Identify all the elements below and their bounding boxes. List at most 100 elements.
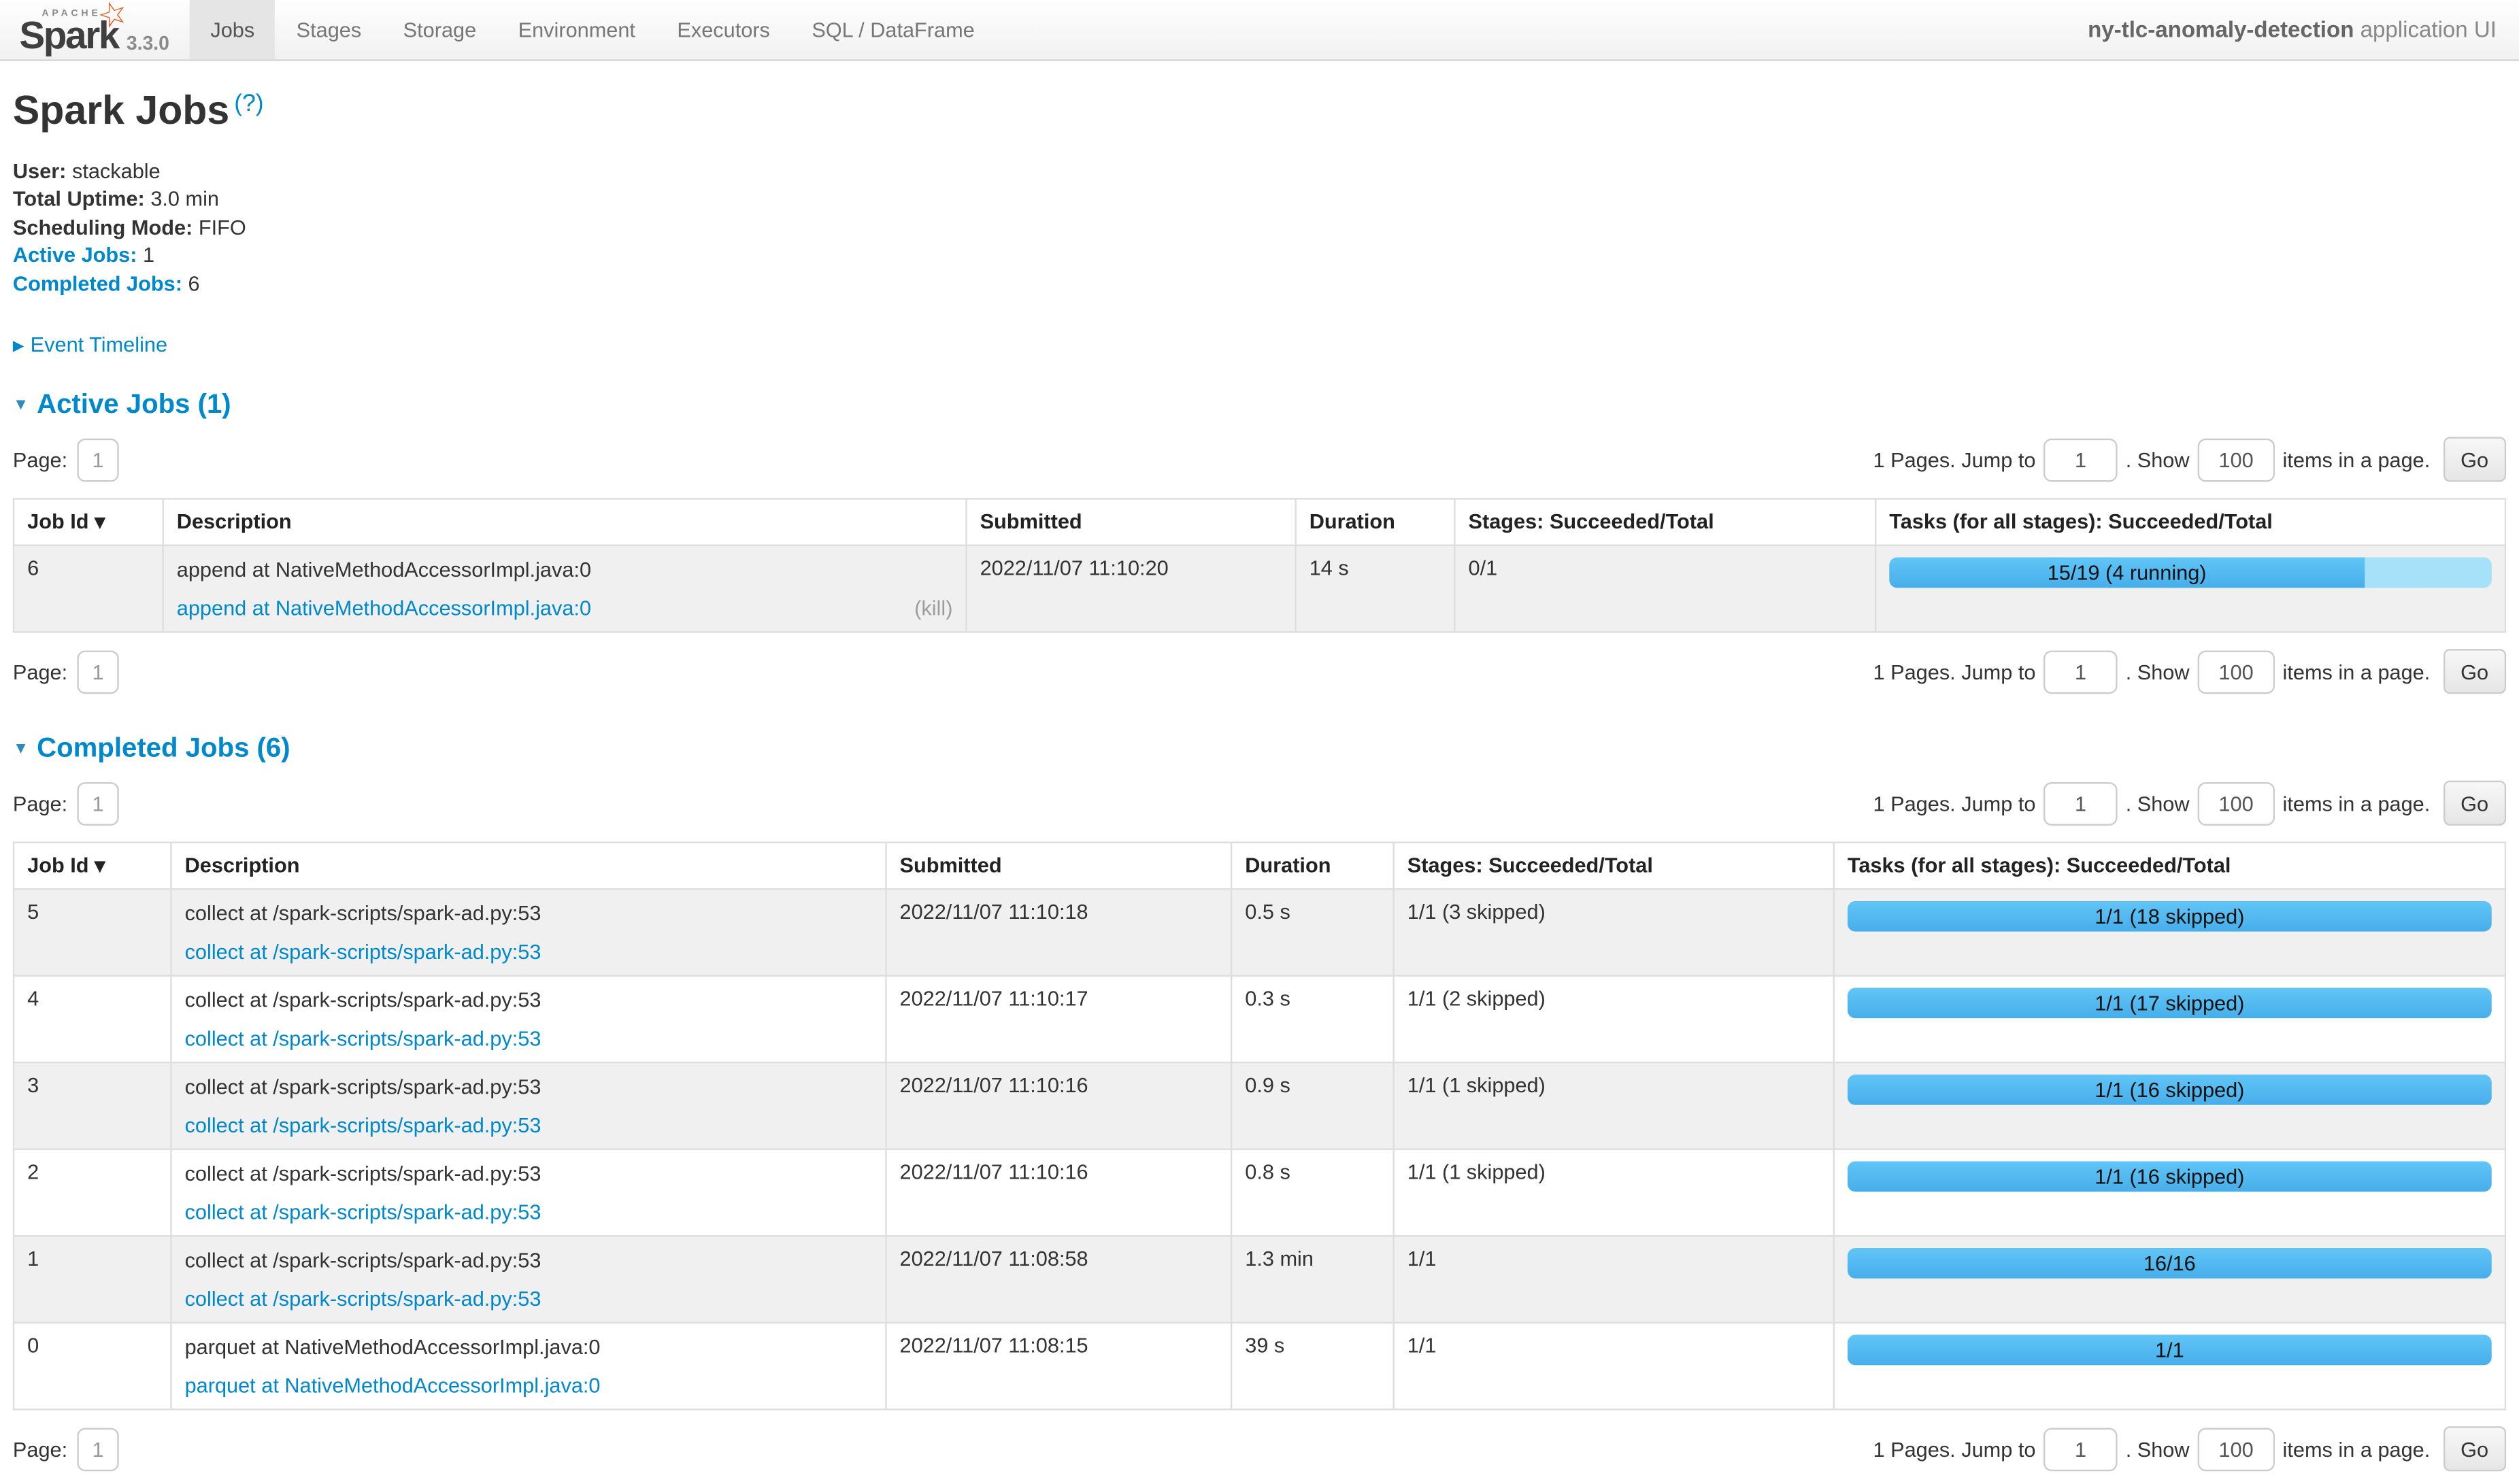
column-header-duration[interactable]: Duration [1296,499,1455,545]
pagination-bar: Page: 1 Pages. Jump to . Show items in a… [13,1413,2506,1484]
active-jobs-section-header[interactable]: ▼Active Jobs (1) [13,389,2506,421]
description-cell: collect at /spark-scripts/spark-ad.py:53… [171,889,886,976]
job-description-link[interactable]: collect at /spark-scripts/spark-ad.py:53 [185,1111,541,1139]
column-header-tasks[interactable]: Tasks (for all stages): Succeeded/Total [1875,499,2505,545]
stages-cell: 0/1 [1454,545,1875,633]
tab-executors[interactable]: Executors [656,0,791,59]
pages-text: 1 Pages. Jump to [1873,1436,2036,1460]
column-header-submitted[interactable]: Submitted [967,499,1296,545]
column-header-stages[interactable]: Stages: Succeeded/Total [1394,843,1834,889]
show-input[interactable] [2197,438,2274,482]
tab-jobs[interactable]: Jobs [190,0,276,59]
page-input[interactable] [77,781,118,825]
page-input[interactable] [77,438,118,482]
go-button[interactable]: Go [2443,781,2506,826]
tasks-cell: 1/1 (16 skipped) [1834,1149,2505,1236]
column-header-job-id[interactable]: Job Id ▾ [14,843,171,889]
job-description-link[interactable]: collect at /spark-scripts/spark-ad.py:53 [185,1025,541,1052]
task-progress-bar: 1/1 (18 skipped) [1848,901,2492,932]
go-button[interactable]: Go [2443,1426,2506,1471]
show-text: . Show [2126,448,2190,471]
completed-jobs-table: Job Id ▾ Description Submitted Duration … [13,841,2506,1410]
spark-version: 3.3.0 [127,32,169,56]
table-row: 3 collect at /spark-scripts/spark-ad.py:… [14,1062,2505,1149]
go-button[interactable]: Go [2443,437,2506,482]
job-description-link[interactable]: append at NativeMethodAccessorImpl.java:… [177,594,591,622]
go-button[interactable]: Go [2443,649,2506,694]
job-description: collect at /spark-scripts/spark-ad.py:53 [185,986,873,1013]
table-row: 2 collect at /spark-scripts/spark-ad.py:… [14,1149,2505,1236]
task-progress-bar: 1/1 (17 skipped) [1848,988,2492,1018]
stages-cell: 1/1 [1394,1236,1834,1323]
column-header-stages[interactable]: Stages: Succeeded/Total [1454,499,1875,545]
summary-uptime: Total Uptime: 3.0 min [13,185,2506,213]
completed-jobs-section-header[interactable]: ▼Completed Jobs (6) [13,732,2506,764]
completed-jobs-link[interactable]: Completed Jobs: [13,271,182,294]
jump-to-input[interactable] [2043,438,2118,482]
application-name: ny-tlc-anomaly-detection [2088,16,2354,42]
summary-scheduling-mode: Scheduling Mode: FIFO [13,213,2506,241]
event-timeline-toggle[interactable]: ▶Event Timeline [13,333,167,356]
tab-stages[interactable]: Stages [276,0,382,59]
job-description-link[interactable]: collect at /spark-scripts/spark-ad.py:53 [185,938,541,965]
job-id-cell: 6 [14,545,163,633]
job-description-link[interactable]: collect at /spark-scripts/spark-ad.py:53 [185,1198,541,1226]
job-id-cell: 5 [14,889,171,976]
tasks-cell: 1/1 [1834,1323,2505,1410]
help-link[interactable]: (?) [234,90,263,117]
pages-text: 1 Pages. Jump to [1873,448,2036,471]
page-input[interactable] [77,1427,118,1470]
collapse-arrow-icon: ▼ [13,741,29,758]
show-text: . Show [2126,1436,2190,1460]
task-progress-label: 1/1 [2155,1338,2184,1362]
tab-storage[interactable]: Storage [382,0,497,59]
job-description: append at NativeMethodAccessorImpl.java:… [177,556,953,583]
show-input[interactable] [2197,650,2274,693]
description-cell: collect at /spark-scripts/spark-ad.py:53… [171,976,886,1063]
job-description-link[interactable]: collect at /spark-scripts/spark-ad.py:53 [185,1285,541,1312]
show-input[interactable] [2197,781,2274,825]
kill-link[interactable]: (kill) [914,594,952,622]
show-text: . Show [2126,791,2190,815]
column-header-tasks[interactable]: Tasks (for all stages): Succeeded/Total [1834,843,2505,889]
pages-text: 1 Pages. Jump to [1873,791,2036,815]
tasks-cell: 16/16 [1834,1236,2505,1323]
column-header-description[interactable]: Description [163,499,967,545]
page-input[interactable] [77,650,118,693]
column-header-submitted[interactable]: Submitted [886,843,1231,889]
task-progress-label: 1/1 (16 skipped) [2095,1164,2244,1188]
tab-environment[interactable]: Environment [497,0,656,59]
jump-to-input[interactable] [2043,781,2118,825]
nav-tabs: Jobs Stages Storage Environment Executor… [190,0,996,59]
page-label: Page: [13,659,67,683]
column-header-job-id[interactable]: Job Id ▾ [14,499,163,545]
items-text: items in a page. [2283,1436,2431,1460]
task-progress-label: 1/1 (17 skipped) [2095,991,2244,1015]
table-row: 5 collect at /spark-scripts/spark-ad.py:… [14,889,2505,976]
job-description-link[interactable]: parquet at NativeMethodAccessorImpl.java… [185,1372,601,1399]
job-summary: User: stackable Total Uptime: 3.0 min Sc… [13,156,2506,297]
tab-sql-dataframe[interactable]: SQL / DataFrame [791,0,996,59]
active-jobs-table: Job Id ▾ Description Submitted Duration … [13,498,2506,633]
job-id-cell: 2 [14,1149,171,1236]
show-text: . Show [2126,659,2190,683]
submitted-cell: 2022/11/07 11:08:58 [886,1236,1231,1323]
submitted-cell: 2022/11/07 11:08:15 [886,1323,1231,1410]
stages-cell: 1/1 (3 skipped) [1394,889,1834,976]
items-text: items in a page. [2283,659,2431,683]
duration-cell: 1.3 min [1231,1236,1394,1323]
jump-to-input[interactable] [2043,650,2118,693]
task-progress-bar: 16/16 [1848,1248,2492,1279]
tasks-cell: 15/19 (4 running) [1875,545,2505,633]
duration-cell: 0.5 s [1231,889,1394,976]
column-header-description[interactable]: Description [171,843,886,889]
task-progress-label: 16/16 [2143,1251,2196,1275]
show-input[interactable] [2197,1427,2274,1470]
stages-cell: 1/1 [1394,1323,1834,1410]
jump-to-input[interactable] [2043,1427,2118,1470]
submitted-cell: 2022/11/07 11:10:16 [886,1062,1231,1149]
submitted-cell: 2022/11/07 11:10:16 [886,1149,1231,1236]
table-row: 1 collect at /spark-scripts/spark-ad.py:… [14,1236,2505,1323]
active-jobs-link[interactable]: Active Jobs: [13,243,137,267]
column-header-duration[interactable]: Duration [1231,843,1394,889]
